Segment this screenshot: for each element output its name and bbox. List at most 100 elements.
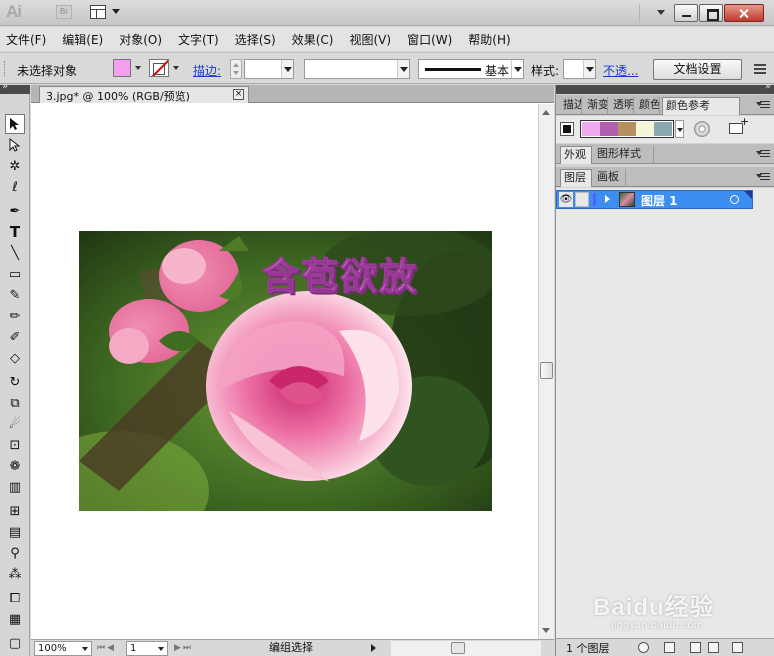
status-text[interactable]: 编组选择	[201, 640, 381, 656]
direct-selection-tool-icon[interactable]	[5, 135, 25, 155]
menu-edit[interactable]: 编辑(E)	[62, 31, 103, 48]
harmony-swatch[interactable]	[654, 122, 672, 136]
brush-definition-select[interactable]: 基本	[418, 59, 524, 79]
free-transform-tool-icon[interactable]: ⊡	[5, 435, 25, 455]
expand-triangle-icon[interactable]	[605, 195, 610, 203]
menu-type[interactable]: 文字(T)	[178, 31, 219, 48]
blend-tool-icon[interactable]: ⁂	[5, 564, 25, 584]
harmony-swatch[interactable]	[618, 122, 636, 136]
fill-color-swatch[interactable]	[113, 59, 131, 77]
maximize-button[interactable]	[699, 4, 723, 22]
tab-appearance[interactable]: 外观	[560, 146, 592, 164]
control-bar-grip[interactable]	[4, 61, 7, 77]
symbol-sprayer-tool-icon[interactable]: ❁	[5, 456, 25, 476]
close-tab-icon[interactable]: ×	[233, 89, 244, 100]
vertical-scroll-thumb[interactable]	[540, 362, 553, 379]
menu-select[interactable]: 选择(S)	[235, 31, 276, 48]
stroke-dropdown-button[interactable]	[171, 59, 181, 77]
column-graph-tool-icon[interactable]: ▥	[5, 477, 25, 497]
hand-tool-icon[interactable]: ▢	[5, 633, 25, 653]
pen-tool-icon[interactable]: ✒	[5, 201, 25, 221]
selection-tool-icon[interactable]	[5, 114, 25, 134]
edit-colors-icon[interactable]	[694, 121, 710, 137]
bridge-button[interactable]: Br	[56, 5, 72, 19]
paintbrush-tool-icon[interactable]: ✎	[5, 285, 25, 305]
new-layer-icon[interactable]	[708, 642, 719, 653]
menu-effect[interactable]: 效果(C)	[292, 31, 334, 48]
harmony-color-strip[interactable]	[580, 120, 674, 138]
menu-help[interactable]: 帮助(H)	[468, 31, 510, 48]
make-clipping-mask-icon[interactable]	[664, 642, 675, 653]
graphic-style-select[interactable]	[563, 59, 596, 79]
harmony-swatch[interactable]	[636, 122, 654, 136]
artboard-prev-icons[interactable]: ⏮◀	[97, 643, 116, 653]
rectangle-tool-icon[interactable]: ▭	[5, 264, 25, 284]
eyedropper-tool-icon[interactable]: ⚲	[5, 543, 25, 563]
control-bar-menu-icon[interactable]	[754, 64, 766, 74]
gradient-tool-icon[interactable]: ▤	[5, 522, 25, 542]
harmony-swatch[interactable]	[582, 122, 600, 136]
workspace-switcher-button[interactable]	[657, 10, 665, 15]
harmony-swatch[interactable]	[600, 122, 618, 136]
scroll-up-icon[interactable]	[542, 110, 550, 115]
blob-brush-tool-icon[interactable]: ✐	[5, 327, 25, 347]
document-tab[interactable]: 3.jpg* @ 100% (RGB/预览) ×	[39, 86, 249, 103]
tools-collapse-button[interactable]	[0, 81, 30, 94]
locate-object-icon[interactable]	[638, 642, 649, 653]
scroll-down-icon[interactable]	[542, 628, 550, 633]
eraser-tool-icon[interactable]: ◇	[5, 348, 25, 368]
menu-file[interactable]: 文件(F)	[6, 31, 46, 48]
magic-wand-tool-icon[interactable]: ✲	[5, 156, 25, 176]
line-tool-icon[interactable]: ╲	[5, 243, 25, 263]
tab-layers[interactable]: 图层	[560, 169, 592, 187]
variable-width-profile[interactable]	[304, 59, 410, 79]
minimize-button[interactable]	[674, 4, 698, 22]
tab-artboards[interactable]: 画板	[594, 169, 626, 187]
stroke-weight-field[interactable]	[244, 59, 294, 79]
layer-target-icon[interactable]	[730, 195, 739, 204]
tab-color[interactable]: 颜色	[636, 97, 660, 115]
panel-menu-icon[interactable]	[756, 173, 770, 180]
panel-menu-icon[interactable]	[756, 150, 770, 157]
stroke-panel-link[interactable]: 描边:	[193, 62, 221, 79]
tab-color-guide[interactable]: 颜色参考	[662, 97, 740, 115]
horizontal-scrollbar[interactable]	[391, 641, 541, 656]
lasso-tool-icon[interactable]: ℓ	[5, 177, 25, 197]
opacity-panel-link[interactable]: 不透...	[603, 62, 638, 79]
panel-menu-icon[interactable]	[756, 101, 770, 108]
trash-icon[interactable]	[732, 642, 743, 653]
artboard-select[interactable]: 1	[126, 641, 168, 656]
tab-transparency[interactable]: 透明	[610, 97, 634, 115]
layer-name[interactable]: 图层 1	[641, 192, 678, 209]
document-setup-button[interactable]: 文档设置	[653, 59, 742, 80]
warp-tool-icon[interactable]: ☄	[5, 414, 25, 434]
menu-window[interactable]: 窗口(W)	[407, 31, 452, 48]
horizontal-scroll-thumb[interactable]	[451, 642, 465, 654]
zoom-select[interactable]: 100%	[34, 641, 92, 656]
arrange-documents-button[interactable]	[90, 4, 124, 22]
harmony-rules-dropdown[interactable]	[675, 120, 684, 138]
mesh-tool-icon[interactable]: ⊞	[5, 501, 25, 521]
slice-tool-icon[interactable]: ▦	[5, 609, 25, 629]
rose-photo[interactable]: 含苞欲放	[79, 231, 492, 511]
pencil-tool-icon[interactable]: ✏	[5, 306, 25, 326]
save-color-group-icon[interactable]	[729, 115, 749, 134]
rotate-tool-icon[interactable]: ↻	[5, 372, 25, 392]
menu-object[interactable]: 对象(O)	[119, 31, 162, 48]
new-sublayer-icon[interactable]	[690, 642, 701, 653]
status-menu-icon[interactable]	[371, 644, 376, 652]
artboard-tool-icon[interactable]: ⧠	[5, 588, 25, 608]
stroke-weight-stepper[interactable]	[230, 59, 242, 79]
tab-gradient[interactable]: 渐变	[584, 97, 608, 115]
type-tool-icon[interactable]: T	[5, 222, 25, 242]
stroke-color-swatch[interactable]	[149, 59, 169, 77]
close-button[interactable]	[724, 4, 764, 22]
tab-graphic-styles[interactable]: 图形样式	[594, 146, 654, 164]
artboard-next-icons[interactable]: ▶⏭	[174, 643, 193, 653]
menu-view[interactable]: 视图(V)	[349, 31, 391, 48]
vertical-scrollbar[interactable]	[538, 104, 554, 639]
layer-row[interactable]: 👁 图层 1	[556, 190, 753, 209]
visibility-eye-icon[interactable]: 👁	[559, 192, 573, 207]
lock-toggle[interactable]	[575, 192, 589, 207]
dock-collapse-button[interactable]	[556, 81, 774, 94]
